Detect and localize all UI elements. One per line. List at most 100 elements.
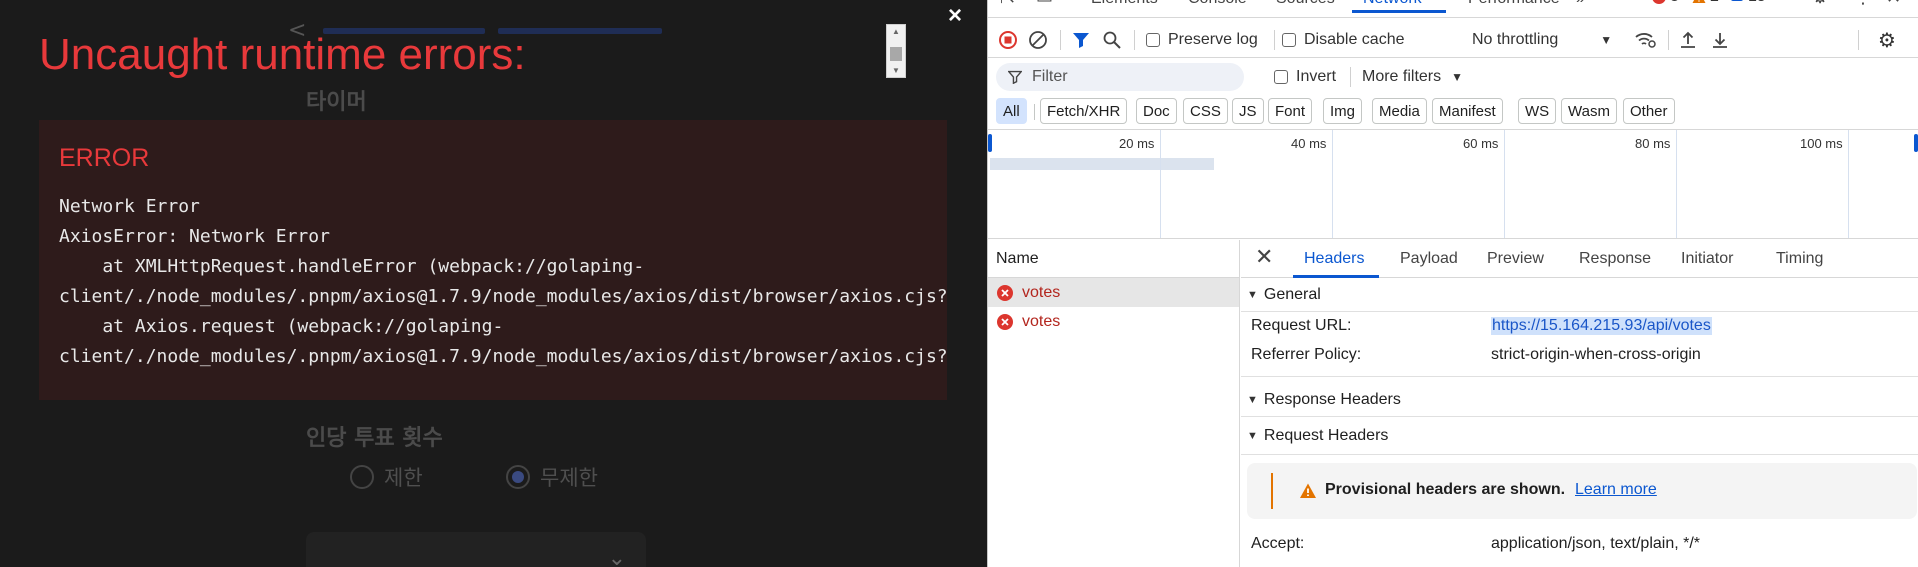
close-detail-icon[interactable]: ✕ <box>1255 244 1273 270</box>
general-section-header[interactable]: ▼ General <box>1241 278 1918 312</box>
name-column-header[interactable]: Name <box>988 240 1239 278</box>
toolbar-divider <box>1274 30 1275 50</box>
warnings-badge[interactable]: 2 <box>1692 0 1719 6</box>
more-tabs-button[interactable]: » <box>1576 0 1585 8</box>
timeline-gridline <box>1676 130 1677 238</box>
record-stop-button[interactable] <box>998 22 1018 58</box>
tab-timing[interactable]: Timing <box>1776 250 1823 268</box>
tab-initiator[interactable]: Initiator <box>1681 250 1733 268</box>
scroll-down-icon[interactable]: ▼ <box>892 66 900 75</box>
radio-limited[interactable]: 제한 <box>350 462 423 492</box>
timeline-right-handle[interactable] <box>1914 134 1918 152</box>
chip-other[interactable]: Other <box>1623 98 1675 124</box>
radio-unlimited[interactable]: 무제한 <box>506 462 598 492</box>
tab-response[interactable]: Response <box>1579 250 1651 268</box>
tab-preview[interactable]: Preview <box>1487 250 1544 268</box>
referrer-policy-row: Referrer Policy: strict-origin-when-cros… <box>1241 341 1918 377</box>
chip-font[interactable]: Font <box>1268 98 1313 124</box>
invert-checkbox[interactable]: Invert <box>1274 59 1336 95</box>
checkbox-icon <box>1282 33 1296 47</box>
vote-count-title: 인당 투표 횟수 <box>306 426 443 451</box>
network-overview-timeline[interactable]: 20 ms 40 ms 60 ms 80 ms 100 ms <box>988 129 1918 239</box>
request-row[interactable]: votes <box>988 307 1239 336</box>
settings-gear-icon[interactable]: ⚙ <box>1812 0 1828 8</box>
scroll-thumb[interactable] <box>890 47 902 61</box>
tab-sources[interactable]: Sources <box>1276 0 1335 8</box>
chip-wasm[interactable]: Wasm <box>1561 98 1617 124</box>
errors-badge[interactable]: 8 <box>1652 0 1679 6</box>
network-toolbar: Preserve log Disable cache No throttling… <box>988 22 1918 58</box>
filter-row: Filter Invert More filters ▼ <box>988 59 1918 95</box>
inspect-element-icon[interactable]: ⇱ <box>1000 0 1015 8</box>
funnel-icon <box>1073 33 1089 48</box>
search-button[interactable] <box>1102 22 1122 58</box>
tab-elements[interactable]: Elements <box>1091 0 1158 8</box>
timeline-gridline <box>1504 130 1505 238</box>
vote-count-select[interactable]: ⌄ <box>306 532 646 567</box>
network-settings-button[interactable]: ⚙ <box>1878 22 1896 58</box>
referrer-policy-value[interactable]: strict-origin-when-cross-origin <box>1491 346 1701 364</box>
close-devtools-icon[interactable]: ✕ <box>1886 0 1901 8</box>
tab-network[interactable]: Network <box>1363 0 1422 8</box>
app-viewport: < 타이머 0 시간 2 분 인당 투표 횟수 제한 무제한 ⌄ Uncaugh… <box>0 0 987 567</box>
devtools-panel: ⇱ ▭ Elements Console Sources Network Per… <box>987 0 1918 567</box>
tab-payload[interactable]: Payload <box>1400 250 1458 268</box>
chip-all[interactable]: All <box>996 98 1027 124</box>
filter-toggle-button[interactable] <box>1072 22 1090 58</box>
overlay-title: Uncaught runtime errors: <box>39 30 526 79</box>
warning-icon <box>1692 0 1706 3</box>
overlay-scrollbar[interactable]: ▲ ▼ <box>886 24 906 78</box>
toolbar-divider <box>1350 67 1351 87</box>
filter-input[interactable]: Filter <box>996 63 1244 91</box>
detail-tab-bar: ✕ Headers Payload Preview Response Initi… <box>1241 240 1918 278</box>
preserve-log-checkbox[interactable]: Preserve log <box>1146 22 1258 58</box>
learn-more-link[interactable]: Learn more <box>1575 481 1657 499</box>
radio-limited-label: 제한 <box>384 466 423 490</box>
disable-cache-checkbox[interactable]: Disable cache <box>1282 22 1405 58</box>
tab-headers[interactable]: Headers <box>1304 250 1364 268</box>
chip-fetch-xhr[interactable]: Fetch/XHR <box>1040 98 1128 124</box>
toolbar-divider <box>1858 30 1859 50</box>
toolbar-divider <box>1668 30 1669 50</box>
device-toolbar-icon[interactable]: ▭ <box>1036 0 1053 8</box>
overlay-close-button[interactable]: × <box>948 2 962 30</box>
request-name: votes <box>1022 312 1061 330</box>
clear-button[interactable] <box>1028 22 1048 58</box>
scroll-up-icon[interactable]: ▲ <box>892 27 900 36</box>
request-headers-section-header[interactable]: ▼ Request Headers <box>1241 417 1918 455</box>
accept-value[interactable]: application/json, text/plain, */* <box>1491 535 1700 553</box>
clear-icon <box>1029 31 1047 49</box>
kebab-menu-icon[interactable]: ⋮ <box>1854 0 1872 8</box>
request-list: Name votes votes <box>988 240 1240 567</box>
chip-js[interactable]: JS <box>1232 98 1264 124</box>
response-headers-section-header[interactable]: ▼ Response Headers <box>1241 383 1918 417</box>
messages-badge[interactable]: 15 <box>1730 0 1766 6</box>
devtools-tab-bar: ⇱ ▭ Elements Console Sources Network Per… <box>988 0 1918 18</box>
chevron-down-icon: ⌄ <box>607 546 626 567</box>
chip-media[interactable]: Media <box>1372 98 1427 124</box>
chip-css[interactable]: CSS <box>1183 98 1228 124</box>
request-row[interactable]: votes <box>988 278 1239 307</box>
export-har-button[interactable] <box>1710 22 1730 58</box>
throttling-select[interactable]: No throttling ▼ <box>1472 22 1612 58</box>
request-url-value[interactable]: https://15.164.215.93/api/votes <box>1491 317 1712 335</box>
tab-performance[interactable]: Performance <box>1468 0 1560 8</box>
network-conditions-button[interactable] <box>1634 22 1656 58</box>
more-filters-button[interactable]: More filters ▼ <box>1362 59 1463 95</box>
disable-cache-label: Disable cache <box>1304 31 1405 48</box>
chip-manifest[interactable]: Manifest <box>1432 98 1503 124</box>
error-box: ERROR Network Error AxiosError: Network … <box>39 120 947 400</box>
chip-doc[interactable]: Doc <box>1136 98 1177 124</box>
import-har-button[interactable] <box>1678 22 1698 58</box>
dropdown-arrow-icon: ▼ <box>1451 70 1464 84</box>
chip-ws[interactable]: WS <box>1518 98 1557 124</box>
tab-console[interactable]: Console <box>1188 0 1247 8</box>
chip-divider <box>1034 104 1035 120</box>
timeline-request-bar <box>990 158 1214 170</box>
expand-triangle-icon: ▼ <box>1247 393 1258 406</box>
timeline-label: 20 ms <box>1119 136 1155 151</box>
timeline-left-handle[interactable] <box>988 134 992 152</box>
chip-img[interactable]: Img <box>1323 98 1363 124</box>
request-name: votes <box>1022 283 1061 301</box>
error-icon <box>997 284 1013 301</box>
